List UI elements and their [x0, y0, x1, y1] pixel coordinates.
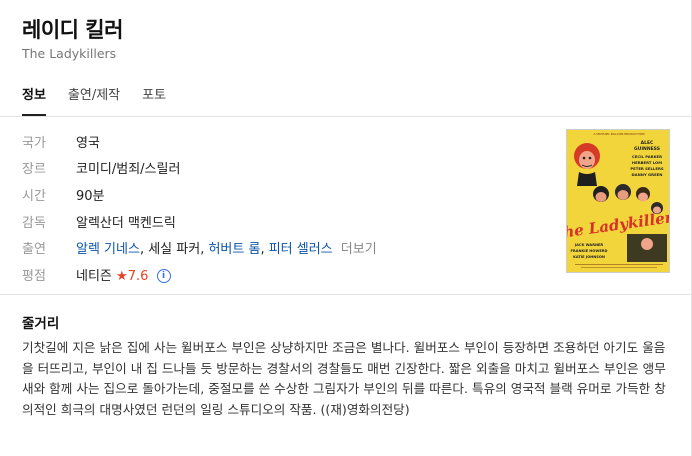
tab-info[interactable]: 정보: [22, 80, 46, 116]
info-row-country: 국가 영국: [22, 128, 377, 155]
poster-credit-4: HERBERT LOM: [632, 160, 662, 165]
info-table: 국가 영국 장르 코미디/범죄/스릴러 시간 90분 감독 알렉산더 맥켄드릭 …: [22, 128, 377, 288]
cast-label: 출연: [22, 242, 46, 258]
genre-value: 코미디/범죄/스릴러: [76, 162, 181, 178]
info-row-rating: 평점 네티즌 ★7.6 i: [22, 261, 377, 288]
movie-poster[interactable]: A MICHAEL BALCON PRODUCTION ALEC GUINNES…: [566, 129, 670, 273]
tab-cast-crew[interactable]: 출연/제작: [68, 80, 120, 116]
poster-credit-5: PETER SELLERS: [630, 166, 663, 171]
plot-text: 기찻길에 지은 낡은 집에 사는 윌버포스 부인은 상냥하지만 조금은 별나다.…: [22, 340, 666, 417]
rating-source: 네티즌: [76, 268, 112, 284]
cast-link-herbert-lom[interactable]: 허버트 롬: [208, 242, 260, 257]
poster-credit-1: ALEC: [641, 140, 654, 146]
movie-info-card: 레이디 킬러 The Ladykillers 정보 출연/제작 포토 국가 영국…: [0, 0, 692, 456]
rating-label: 평점: [22, 268, 46, 284]
director-label: 감독: [22, 215, 46, 231]
genre-label: 장르: [22, 162, 46, 178]
cast-link-alec-guinness[interactable]: 알렉 기네스: [76, 242, 140, 257]
section-divider: [0, 294, 692, 295]
poster-credit-2: GUINNESS: [634, 146, 660, 152]
country-value: 영국: [76, 135, 100, 151]
cast-link-peter-sellers[interactable]: 피터 셀러스: [269, 242, 333, 257]
info-row-cast: 출연 알렉 기네스, 세실 파커, 허버트 롬, 피터 셀러스 더보기: [22, 234, 377, 261]
original-title: The Ladykillers: [22, 46, 117, 61]
poster-image: A MICHAEL BALCON PRODUCTION ALEC GUINNES…: [567, 130, 669, 272]
runtime-label: 시간: [22, 188, 46, 204]
rating-score: 7.6: [127, 268, 149, 284]
cast-name-cecil-parker: 세실 파커: [148, 242, 201, 258]
tab-photo[interactable]: 포토: [142, 80, 166, 116]
poster-bottom-credit-3: KATIE JOHNSON: [573, 255, 605, 259]
movie-title: 레이디 킬러: [22, 18, 123, 42]
poster-top-text: A MICHAEL BALCON PRODUCTION: [593, 132, 644, 136]
tab-divider: [0, 116, 692, 117]
poster-bottom-credit-1: JACK WARNER: [574, 243, 604, 247]
plot-heading: 줄거리: [22, 316, 60, 332]
poster-credit-6: DANNY GREEN: [632, 172, 663, 177]
info-row-runtime: 시간 90분: [22, 181, 377, 208]
cast-more-link[interactable]: 더보기: [341, 242, 377, 257]
poster-bottom-credit-2: FRANKIE HOWERD: [570, 249, 607, 253]
rating-value: 네티즌 ★7.6 i: [76, 265, 171, 284]
info-row-director: 감독 알렉산더 맥켄드릭: [22, 208, 377, 235]
tab-bar: 정보 출연/제작 포토: [22, 80, 188, 116]
rating-star-icon: ★: [116, 268, 128, 284]
poster-credit-3: CECIL PARKER: [632, 154, 662, 159]
director-value: 알렉산더 맥켄드릭: [76, 215, 176, 231]
runtime-value: 90분: [76, 188, 105, 204]
country-label: 국가: [22, 135, 46, 151]
info-row-genre: 장르 코미디/범죄/스릴러: [22, 155, 377, 182]
info-icon[interactable]: i: [156, 269, 171, 284]
cast-value: 알렉 기네스, 세실 파커, 허버트 롬, 피터 셀러스 더보기: [76, 242, 377, 258]
